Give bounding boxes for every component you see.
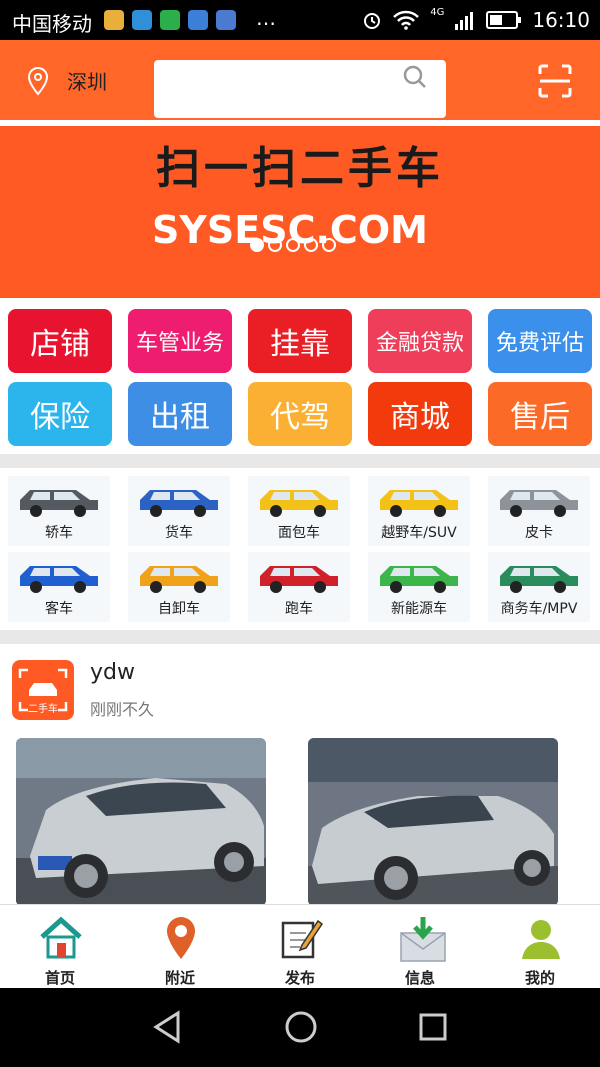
carousel-dot[interactable] xyxy=(268,238,282,252)
quick-menu-item[interactable]: 车管业务 xyxy=(128,309,232,373)
sports-car-icon xyxy=(260,566,338,593)
post-time: 刚刚不久 xyxy=(90,700,155,719)
bottom-tab-bar: 首页 附近 发布 信息 我的 xyxy=(0,904,600,989)
tab-label: 我的 xyxy=(524,969,555,987)
category-van[interactable]: 面包车 xyxy=(248,476,350,546)
app-notification-icon xyxy=(132,10,152,30)
quick-menu-item[interactable]: 店铺 xyxy=(8,309,112,373)
city-selector[interactable]: 深圳 xyxy=(67,66,107,95)
scan-icon[interactable] xyxy=(538,64,572,98)
mpv-icon xyxy=(500,566,578,593)
category-truck[interactable]: 货车 xyxy=(128,476,230,546)
carousel-dots[interactable] xyxy=(250,238,336,252)
category-bus[interactable]: 客车 xyxy=(8,552,110,622)
search-input[interactable] xyxy=(162,70,398,108)
tab-home[interactable]: 首页 xyxy=(0,905,120,989)
search-box[interactable] xyxy=(154,60,446,118)
back-icon[interactable] xyxy=(152,1010,182,1044)
category-label: 货车 xyxy=(165,525,193,541)
wifi-icon xyxy=(393,10,420,30)
location-pin-icon[interactable] xyxy=(26,66,50,96)
app-notification-icon xyxy=(104,10,124,30)
category-label: 轿车 xyxy=(45,525,73,541)
tab-messages[interactable]: 信息 xyxy=(360,905,480,989)
tab-label: 发布 xyxy=(284,969,315,987)
notification-icons xyxy=(104,10,236,30)
app-notification-icon xyxy=(160,10,180,30)
banner-title: 扫一扫二手车 xyxy=(156,143,444,194)
app-notification-icon xyxy=(216,10,236,30)
edit-icon xyxy=(281,919,324,959)
tab-publish[interactable]: 发布 xyxy=(240,905,360,989)
category-label: 跑车 xyxy=(285,601,313,617)
category-suv[interactable]: 越野车/SUV xyxy=(368,476,470,546)
user-icon xyxy=(522,920,560,959)
recents-icon[interactable] xyxy=(418,1012,448,1042)
section-divider xyxy=(0,630,600,644)
pickup-icon xyxy=(500,490,578,517)
category-label: 自卸车 xyxy=(158,601,200,617)
quick-menu-item[interactable]: 出租 xyxy=(128,382,232,446)
section-divider xyxy=(0,454,600,468)
avatar-text: 二手车 xyxy=(28,704,58,715)
home-circle-icon[interactable] xyxy=(284,1010,318,1044)
category-sedan[interactable]: 轿车 xyxy=(8,476,110,546)
tab-mine[interactable]: 我的 xyxy=(480,905,600,989)
category-label: 客车 xyxy=(45,601,73,617)
category-label: 皮卡 xyxy=(525,525,553,541)
suv-icon xyxy=(380,490,458,517)
system-navigation-bar xyxy=(0,988,600,1067)
tab-nearby[interactable]: 附近 xyxy=(120,905,240,989)
app-notification-icon xyxy=(188,10,208,30)
post-username[interactable]: ydw xyxy=(90,660,135,685)
bus-icon xyxy=(20,566,98,593)
status-time: 16:10 xyxy=(532,8,590,32)
carousel-dot[interactable] xyxy=(250,238,264,252)
home-icon xyxy=(40,916,82,959)
carousel-dot[interactable] xyxy=(304,238,318,252)
category-label: 越野车/SUV xyxy=(381,525,457,541)
more-notifications-icon: … xyxy=(256,6,276,30)
category-label: 新能源车 xyxy=(391,601,447,617)
sedan-icon xyxy=(20,490,98,517)
quick-menu-item[interactable]: 售后 xyxy=(488,382,592,446)
quick-menu-item[interactable]: 挂靠 xyxy=(248,309,352,373)
quick-menu-item[interactable]: 免费评估 xyxy=(488,309,592,373)
category-label: 商务车/MPV xyxy=(500,601,578,617)
category-pickup[interactable]: 皮卡 xyxy=(488,476,590,546)
search-icon[interactable] xyxy=(402,64,428,90)
category-ev-car[interactable]: 新能源车 xyxy=(368,552,470,622)
quick-menu-item[interactable]: 商城 xyxy=(368,382,472,446)
status-bar: 中国移动 … 4G 16:10 xyxy=(0,0,600,40)
tab-label: 首页 xyxy=(44,969,75,987)
tab-label: 附近 xyxy=(164,969,195,987)
tab-label: 信息 xyxy=(404,969,435,987)
alarm-icon xyxy=(364,13,381,29)
carousel-dot[interactable] xyxy=(286,238,300,252)
category-label: 面包车 xyxy=(278,525,320,541)
dump-truck-icon xyxy=(140,566,218,593)
category-dump-truck[interactable]: 自卸车 xyxy=(128,552,230,622)
carousel-dot[interactable] xyxy=(322,238,336,252)
battery-icon xyxy=(486,11,522,29)
ev-car-icon xyxy=(380,566,458,593)
signal-icon xyxy=(455,12,474,30)
avatar[interactable]: 二手车 xyxy=(12,660,74,720)
quick-menu-item[interactable]: 金融贷款 xyxy=(368,309,472,373)
location-icon xyxy=(167,917,195,959)
van-icon xyxy=(260,490,338,517)
carrier-name: 中国移动 xyxy=(12,12,92,36)
message-icon xyxy=(400,917,446,962)
truck-icon xyxy=(140,490,218,517)
category-sports-car[interactable]: 跑车 xyxy=(248,552,350,622)
network-type: 4G xyxy=(430,6,445,18)
quick-menu-item[interactable]: 代驾 xyxy=(248,382,352,446)
post-photo[interactable] xyxy=(308,738,558,906)
category-mpv[interactable]: 商务车/MPV xyxy=(488,552,590,622)
post-photo[interactable] xyxy=(16,738,266,906)
quick-menu-item[interactable]: 保险 xyxy=(8,382,112,446)
